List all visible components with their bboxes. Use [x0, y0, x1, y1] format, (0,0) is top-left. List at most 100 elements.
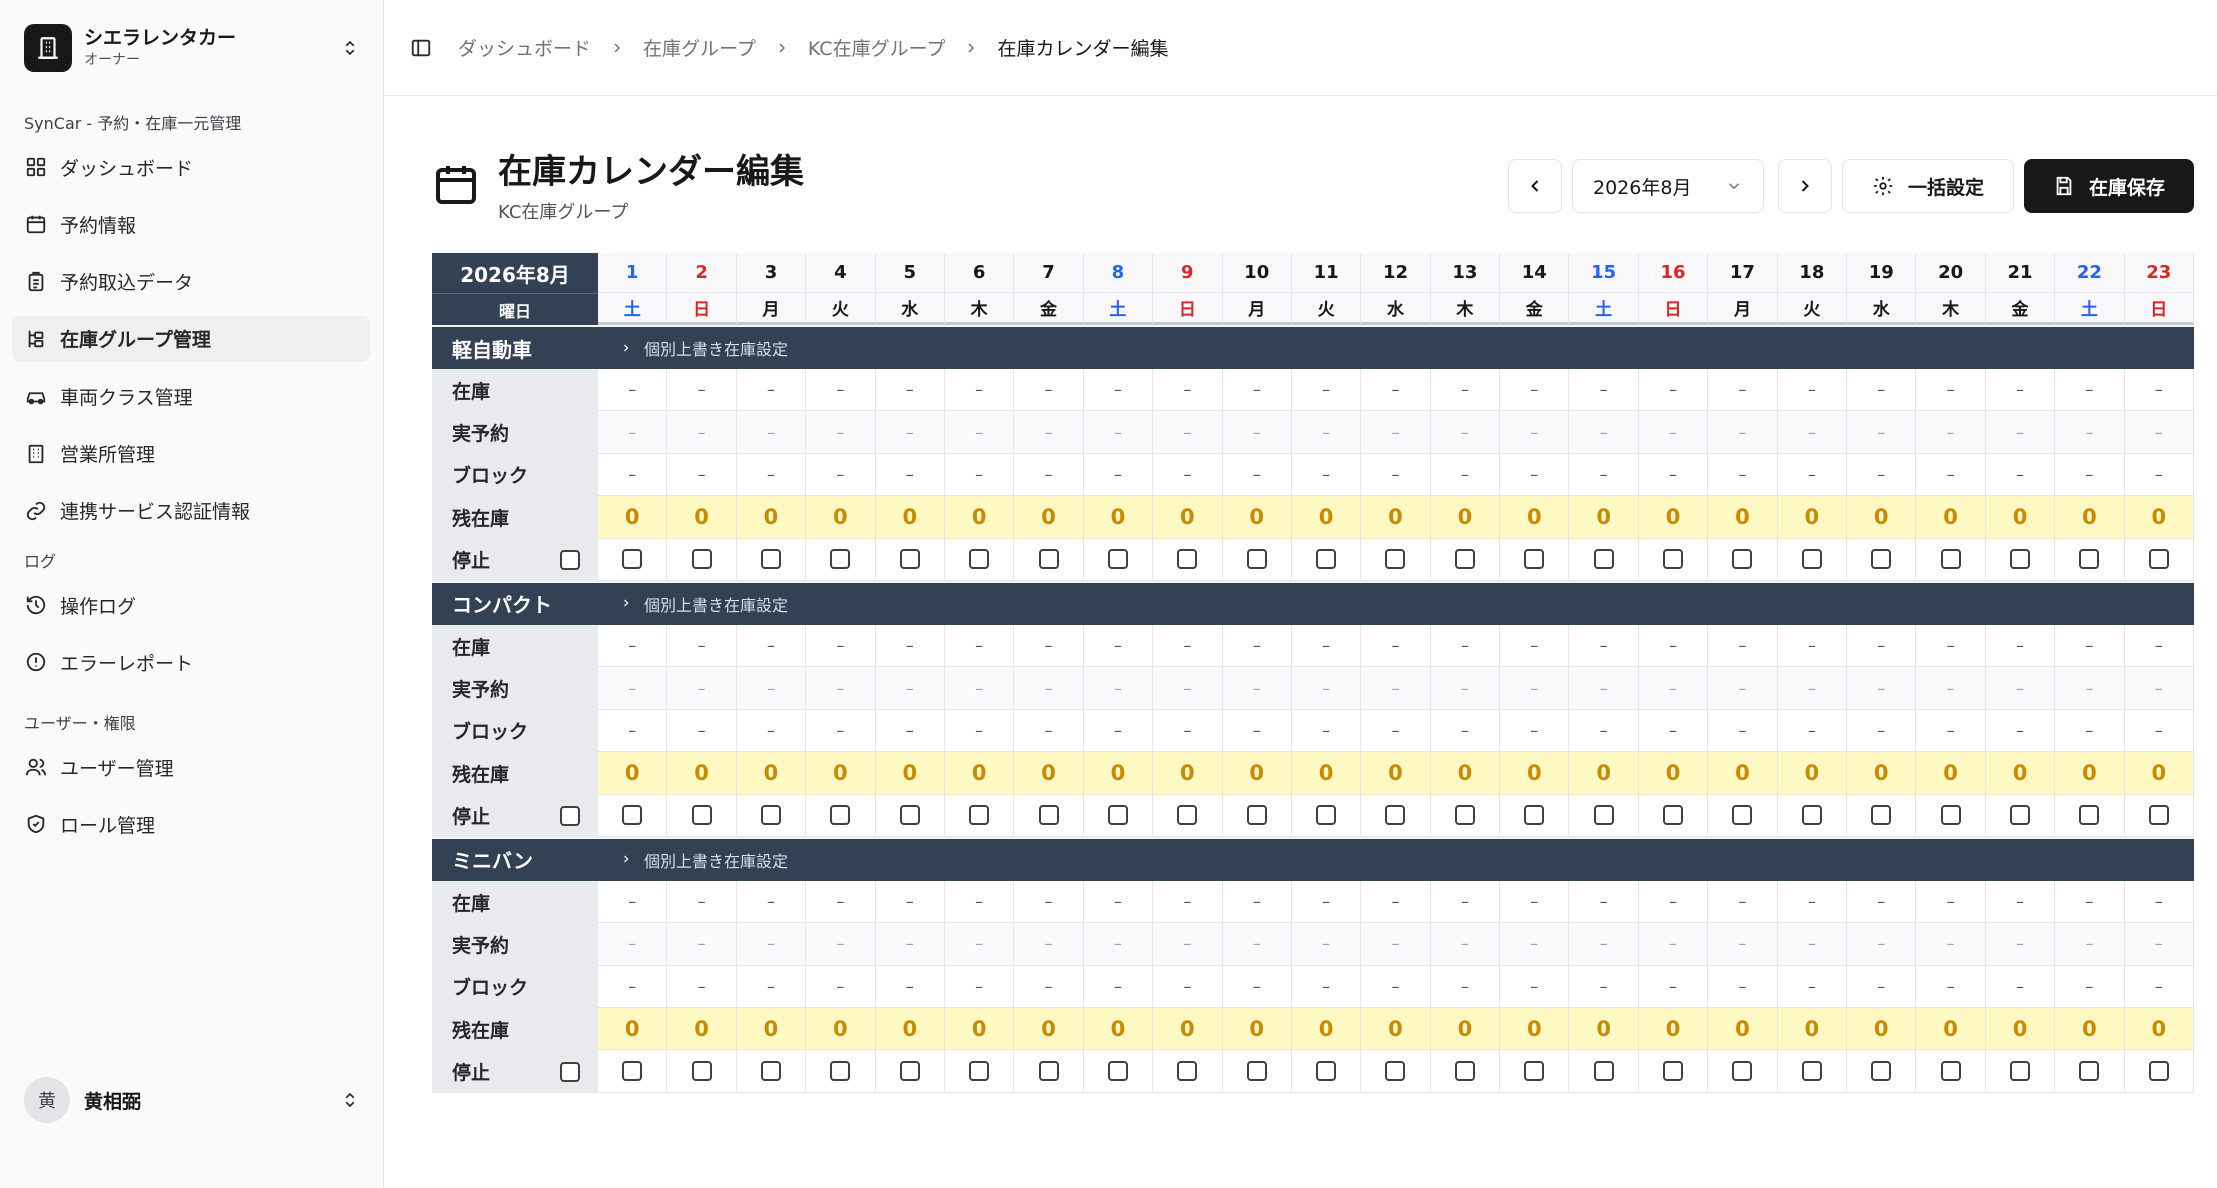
stop-checkbox[interactable]	[1663, 1061, 1684, 1082]
stock-cell[interactable]: –	[1847, 369, 1917, 412]
stop-checkbox[interactable]	[1454, 1061, 1475, 1082]
sidebar-item-users[interactable]: ユーザー管理	[12, 744, 370, 790]
stock-cell[interactable]: –	[1638, 369, 1709, 412]
block-cell[interactable]: –	[1430, 965, 1501, 1009]
stock-cell[interactable]: –	[1638, 624, 1709, 668]
stop-checkbox[interactable]	[1316, 805, 1337, 826]
stop-checkbox[interactable]	[1107, 549, 1128, 570]
stock-cell[interactable]: –	[2124, 624, 2194, 668]
stock-cell[interactable]: –	[1777, 624, 1848, 668]
breadcrumb-link[interactable]: 在庫グループ	[643, 34, 756, 61]
stop-checkbox[interactable]	[691, 805, 712, 826]
sidebar-item-car[interactable]: 車両クラス管理	[12, 373, 370, 419]
stock-cell[interactable]: –	[736, 880, 807, 924]
block-cell[interactable]: –	[1777, 453, 1848, 497]
block-cell[interactable]: –	[944, 709, 1015, 753]
override-stock-toggle[interactable]: 個別上書き在庫設定	[620, 592, 788, 616]
block-cell[interactable]: –	[1500, 709, 1570, 753]
block-cell[interactable]: –	[598, 965, 668, 1009]
block-cell[interactable]: –	[2055, 709, 2125, 753]
stock-cell[interactable]: –	[1985, 880, 2056, 924]
save-stock-button[interactable]: 在庫保存	[2024, 159, 2194, 213]
block-cell[interactable]: –	[1153, 965, 1223, 1009]
stock-cell[interactable]: –	[1014, 880, 1084, 924]
stop-checkbox[interactable]	[1871, 1061, 1892, 1082]
sidebar-item-tree[interactable]: 在庫グループ管理	[12, 315, 370, 362]
stop-checkbox[interactable]	[1316, 1061, 1337, 1082]
override-stock-toggle[interactable]: 個別上書き在庫設定	[620, 336, 788, 360]
block-cell[interactable]: –	[2124, 453, 2194, 497]
stop-checkbox[interactable]	[2148, 549, 2169, 570]
stop-checkbox[interactable]	[1038, 549, 1059, 570]
stop-checkbox[interactable]	[830, 549, 851, 570]
block-cell[interactable]: –	[598, 453, 668, 497]
stop-checkbox[interactable]	[1940, 1061, 1961, 1082]
stock-cell[interactable]: –	[1361, 369, 1431, 412]
block-cell[interactable]: –	[1777, 965, 1848, 1009]
block-cell[interactable]: –	[944, 453, 1015, 497]
stock-cell[interactable]: –	[875, 369, 945, 412]
block-cell[interactable]: –	[1500, 453, 1570, 497]
block-cell[interactable]: –	[1361, 453, 1431, 497]
block-cell[interactable]: –	[1847, 965, 1917, 1009]
stock-cell[interactable]: –	[736, 624, 807, 668]
stop-checkbox[interactable]	[622, 805, 643, 826]
block-cell[interactable]: –	[1361, 709, 1431, 753]
stop-checkbox[interactable]	[1038, 805, 1059, 826]
stop-checkbox[interactable]	[1732, 1061, 1753, 1082]
breadcrumb-link[interactable]: KC在庫グループ	[808, 34, 946, 61]
block-cell[interactable]: –	[1083, 709, 1154, 753]
stop-checkbox[interactable]	[622, 549, 643, 570]
stock-cell[interactable]: –	[1916, 624, 1986, 668]
stock-cell[interactable]: –	[1985, 369, 2056, 412]
block-cell[interactable]: –	[1708, 453, 1778, 497]
stop-checkbox[interactable]	[830, 1061, 851, 1082]
block-cell[interactable]: –	[1500, 965, 1570, 1009]
stock-cell[interactable]: –	[1430, 624, 1501, 668]
stock-cell[interactable]: –	[1569, 624, 1639, 668]
stock-cell[interactable]: –	[1847, 624, 1917, 668]
stock-cell[interactable]: –	[1430, 880, 1501, 924]
sidebar-item-grid[interactable]: ダッシュボード	[12, 144, 370, 190]
stock-cell[interactable]: –	[944, 624, 1015, 668]
stop-checkbox[interactable]	[1177, 549, 1198, 570]
block-cell[interactable]: –	[806, 965, 876, 1009]
stop-checkbox[interactable]	[1385, 549, 1406, 570]
stock-cell[interactable]: –	[1083, 880, 1154, 924]
block-cell[interactable]: –	[806, 709, 876, 753]
stop-checkbox[interactable]	[899, 805, 920, 826]
block-cell[interactable]: –	[1222, 965, 1292, 1009]
block-cell[interactable]: –	[1708, 965, 1778, 1009]
block-cell[interactable]: –	[1291, 965, 1362, 1009]
stop-checkbox[interactable]	[1801, 805, 1822, 826]
stock-cell[interactable]: –	[2124, 880, 2194, 924]
block-cell[interactable]: –	[1638, 709, 1709, 753]
block-cell[interactable]: –	[806, 453, 876, 497]
block-cell[interactable]: –	[1985, 453, 2056, 497]
block-cell[interactable]: –	[1014, 453, 1084, 497]
stop-checkbox[interactable]	[1940, 549, 1961, 570]
stock-cell[interactable]: –	[1569, 369, 1639, 412]
block-cell[interactable]: –	[1638, 965, 1709, 1009]
block-cell[interactable]: –	[736, 453, 807, 497]
block-cell[interactable]: –	[1985, 965, 2056, 1009]
stop-checkbox[interactable]	[1801, 1061, 1822, 1082]
block-cell[interactable]: –	[1985, 709, 2056, 753]
stock-cell[interactable]: –	[1014, 369, 1084, 412]
stop-checkbox[interactable]	[2079, 1061, 2100, 1082]
stock-cell[interactable]: –	[944, 880, 1015, 924]
stop-checkbox[interactable]	[1524, 1061, 1545, 1082]
stop-checkbox[interactable]	[1177, 805, 1198, 826]
stop-checkbox[interactable]	[1246, 549, 1267, 570]
stock-cell[interactable]: –	[1777, 369, 1848, 412]
stock-cell[interactable]: –	[667, 880, 737, 924]
stock-cell[interactable]: –	[1708, 880, 1778, 924]
stock-cell[interactable]: –	[1500, 880, 1570, 924]
prev-month-button[interactable]	[1508, 159, 1562, 213]
stock-cell[interactable]: –	[1291, 624, 1362, 668]
sidebar-item-link[interactable]: 連携サービス認証情報	[12, 488, 370, 534]
stop-checkbox[interactable]	[899, 1061, 920, 1082]
stop-checkbox[interactable]	[1107, 805, 1128, 826]
stock-cell[interactable]: –	[2055, 369, 2125, 412]
block-cell[interactable]: –	[2055, 453, 2125, 497]
